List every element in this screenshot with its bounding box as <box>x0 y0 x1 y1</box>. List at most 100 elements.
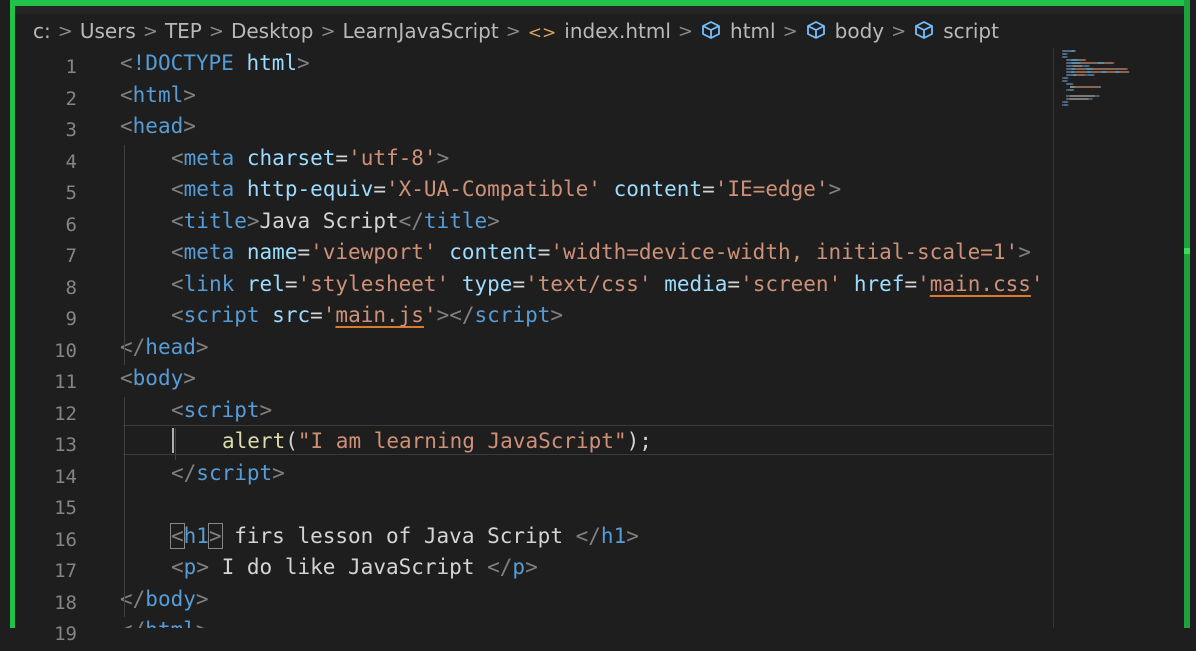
code-token: 'IE=edge' <box>714 177 829 201</box>
breadcrumb-item-index-html[interactable]: <> index.html <box>528 19 671 43</box>
breadcrumb-item-body[interactable]: body <box>805 19 884 43</box>
code-token: "I am learning JavaScript" <box>297 429 627 453</box>
code-token: 'viewport' <box>310 240 437 264</box>
code-line[interactable]: <meta charset='utf-8'> <box>171 143 449 175</box>
code-token: > <box>183 366 196 390</box>
code-token: > <box>828 177 842 201</box>
breadcrumb-item-html[interactable]: html <box>700 19 776 43</box>
code-token: script <box>183 397 260 422</box>
line-number: 8 <box>65 276 77 299</box>
code-token: 'stylesheet' <box>297 271 450 296</box>
code-token: > <box>297 51 310 75</box>
code-token: < <box>171 271 184 296</box>
breadcrumb-item-tep[interactable]: TEP <box>165 19 202 43</box>
code-line[interactable]: <script> <box>171 395 272 427</box>
code-token: content <box>613 177 703 201</box>
code-line[interactable]: </html> <box>120 615 209 628</box>
code-token: < <box>120 366 133 390</box>
code-line[interactable]: <script src='main.js'></script> <box>171 300 563 332</box>
code-token: 'screen' <box>740 271 842 296</box>
code-token: > <box>207 522 223 549</box>
line-number: 15 <box>54 497 77 519</box>
line-number: 14 <box>54 465 77 488</box>
code-token: 'X-UA-Compatible' <box>385 177 601 201</box>
code-editor[interactable]: <!DOCTYPE html> <html> <head> <meta charset… <box>120 48 1056 628</box>
breadcrumb-label: body <box>834 19 885 43</box>
chevron-right-icon: > <box>782 20 798 42</box>
chevron-right-icon: > <box>320 20 336 42</box>
code-token: body <box>132 366 184 390</box>
code-line[interactable]: <meta name='viewport' content='width=dev… <box>171 237 1031 269</box>
code-token: > <box>550 303 564 327</box>
code-token: < <box>120 51 133 75</box>
chevron-right-icon: > <box>208 20 224 42</box>
code-token: content <box>449 240 538 264</box>
code-token: head <box>132 114 184 138</box>
line-number: 6 <box>65 213 77 236</box>
code-line[interactable]: <!DOCTYPE html> <box>120 48 310 80</box>
code-token: = <box>512 271 526 296</box>
code-token: < <box>171 145 184 170</box>
chevron-right-icon: > <box>142 20 158 42</box>
code-token: > <box>196 555 209 579</box>
code-token: > <box>259 397 273 422</box>
line-number: 11 <box>54 371 77 393</box>
code-token: script <box>196 460 273 485</box>
code-line[interactable]: <h1> firs lesson of Java Script </h1> <box>170 521 639 553</box>
code-line[interactable]: <p> I do like JavaScript </p> <box>171 552 538 584</box>
chevron-right-icon: > <box>677 20 694 42</box>
window-border-right <box>1184 0 1190 628</box>
code-token: </ <box>120 618 145 628</box>
line-number: 7 <box>65 245 77 267</box>
breadcrumb-label: Users <box>79 19 136 43</box>
code-line[interactable]: <title>Java Script</title> <box>171 206 500 238</box>
code-line[interactable]: </script> <box>171 458 285 490</box>
code-token: = <box>284 271 298 296</box>
chevron-right-icon: > <box>57 20 73 42</box>
code-token: meta <box>183 240 235 264</box>
code-token: h1 <box>183 523 209 548</box>
code-token: head <box>145 334 196 359</box>
code-token: main.js <box>335 303 424 327</box>
code-line[interactable]: <body> <box>120 363 196 395</box>
code-line[interactable]: </body> <box>120 584 209 616</box>
breadcrumb-label: html <box>730 19 776 43</box>
code-token: > <box>436 145 450 170</box>
code-line[interactable]: <head> <box>120 111 196 143</box>
code-line[interactable]: <link rel='stylesheet' type='text/css' m… <box>171 269 1044 301</box>
line-number: 2 <box>65 87 77 110</box>
code-line[interactable]: </head> <box>120 332 209 364</box>
minimap[interactable] <box>1054 48 1184 628</box>
code-token: ( <box>285 429 298 453</box>
code-token: </ <box>171 460 197 485</box>
code-token: = <box>373 177 386 201</box>
minimap-preview <box>1062 50 1130 106</box>
code-token: > <box>487 208 500 233</box>
line-number: 17 <box>54 560 77 582</box>
code-token: title <box>423 208 488 233</box>
code-token: 'width=device-width, initial-scale=1' <box>550 240 1019 264</box>
code-line[interactable]: <meta http-equiv='X-UA-Compatible' conte… <box>171 174 841 206</box>
breadcrumb-item-learnjavascript[interactable]: LearnJavaScript <box>343 19 499 43</box>
code-line[interactable]: <html> <box>120 80 196 112</box>
code-token: html <box>246 51 298 75</box>
breadcrumb-item-script[interactable]: script <box>913 19 999 43</box>
line-number: 16 <box>54 528 77 551</box>
code-line[interactable]: alert("I am learning JavaScript"); <box>222 426 652 458</box>
line-number: 9 <box>65 308 77 330</box>
html-tag-icon: <> <box>527 23 557 43</box>
code-token: > <box>525 555 538 579</box>
breadcrumb-label: script <box>943 19 999 43</box>
chevron-right-icon: > <box>505 20 521 42</box>
code-token: body <box>145 586 196 611</box>
line-number: 13 <box>54 434 77 456</box>
code-token: ); <box>626 429 652 453</box>
breadcrumb-item-users[interactable]: Users <box>80 19 136 43</box>
breadcrumb-item-c-[interactable]: c: <box>33 19 51 43</box>
code-token: > <box>1018 240 1031 264</box>
breadcrumb-item-desktop[interactable]: Desktop <box>231 19 313 43</box>
tab-bar-edge <box>15 6 1184 14</box>
line-number: 12 <box>54 402 77 425</box>
